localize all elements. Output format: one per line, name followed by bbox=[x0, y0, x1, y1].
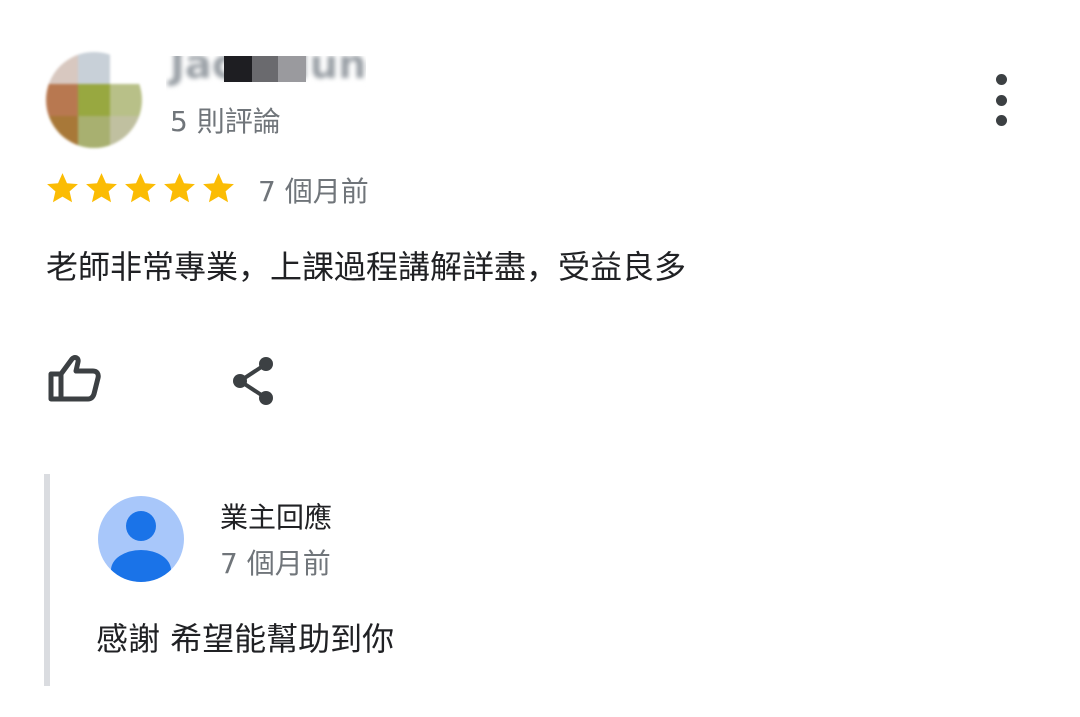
owner-avatar-icon bbox=[98, 496, 184, 582]
review-time: 7 個月前 bbox=[258, 175, 369, 208]
star-icon bbox=[203, 173, 234, 203]
like-button[interactable] bbox=[46, 352, 102, 404]
reviewer-review-count: 5 則評論 bbox=[170, 105, 281, 138]
review-text: 老師非常專業，上課過程講解詳盡，受益良多 bbox=[46, 248, 687, 286]
share-icon bbox=[233, 357, 273, 405]
owner-reply-label: 業主回應 bbox=[220, 501, 333, 534]
reviewer-avatar[interactable] bbox=[46, 52, 142, 148]
reply-divider-bar bbox=[44, 474, 50, 686]
reviewer-name[interactable]: Jack Hung bbox=[166, 56, 366, 100]
owner-reply-text: 感謝 希望能幫助到你 bbox=[96, 620, 395, 658]
star-icon bbox=[125, 173, 156, 203]
more-vert-icon[interactable] bbox=[986, 74, 1016, 126]
thumbs-up-icon bbox=[48, 355, 101, 402]
share-button[interactable] bbox=[228, 354, 280, 408]
star-rating bbox=[44, 170, 237, 207]
owner-reply-time: 7 個月前 bbox=[220, 547, 331, 580]
star-icon bbox=[86, 173, 117, 203]
star-icon bbox=[47, 173, 78, 203]
star-icon bbox=[164, 173, 195, 203]
